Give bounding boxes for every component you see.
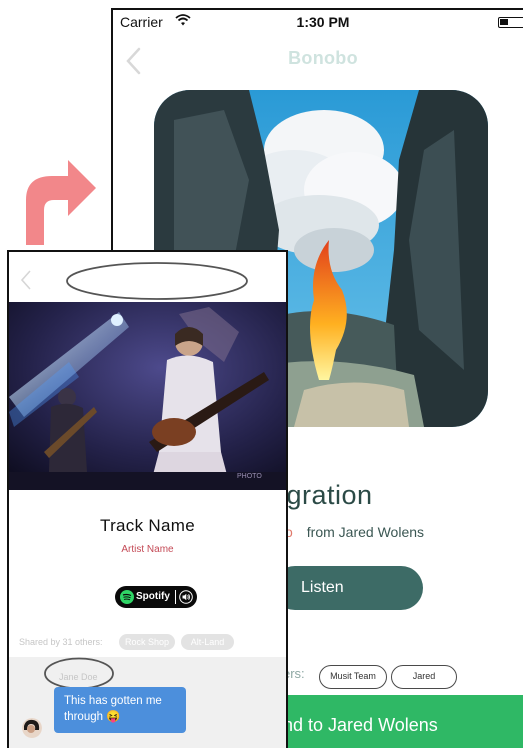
share-pill-musit-team[interactable]: Musit Team <box>319 665 387 689</box>
tag-alt-land[interactable]: Alt-Land <box>181 634 234 650</box>
status-bar: Carrier 1:30 PM <box>113 10 523 34</box>
nav-title: Bonobo <box>288 48 358 68</box>
title-highlight-ellipse <box>66 262 248 300</box>
listen-button[interactable]: Listen <box>273 566 423 610</box>
artist-name[interactable]: Artist Name <box>9 544 286 555</box>
button-divider <box>175 590 176 604</box>
album-subtitle: o from Jared Wolens <box>285 524 424 540</box>
redirect-arrow-icon <box>26 160 96 245</box>
status-time: 1:30 PM <box>296 14 350 30</box>
svg-text:PHOTO: PHOTO <box>237 473 262 480</box>
back-chevron-icon[interactable] <box>19 269 33 291</box>
tag-rock-shop[interactable]: Rock Shop <box>119 634 175 650</box>
artist-photo: PHOTO <box>9 302 286 490</box>
share-pill-jared[interactable]: Jared <box>391 665 457 689</box>
battery-icon <box>498 17 523 28</box>
old-design-phone: PHOTO Track Name Artist Name Spotify Sha… <box>7 250 288 748</box>
chat-message-bubble: This has gotten me through 😝 <box>54 687 186 733</box>
album-title: igration <box>280 480 373 510</box>
comparison-canvas: Carrier 1:30 PM Bonobo igration o from J… <box>0 0 523 748</box>
speaker-icon[interactable] <box>179 590 193 604</box>
shared-by-label: Shared by 31 others: <box>19 637 103 647</box>
from-text: from Jared Wolens <box>306 524 425 540</box>
avatar[interactable] <box>22 718 42 738</box>
spotify-label: Spotify <box>136 591 170 602</box>
spotify-button[interactable]: Spotify <box>115 586 197 608</box>
chat-author: Jane Doe <box>59 672 98 682</box>
track-name: Track Name <box>100 516 195 535</box>
spotify-icon <box>120 590 134 604</box>
chat-area: Jane Doe This has gotten me through 😝 <box>9 657 286 748</box>
